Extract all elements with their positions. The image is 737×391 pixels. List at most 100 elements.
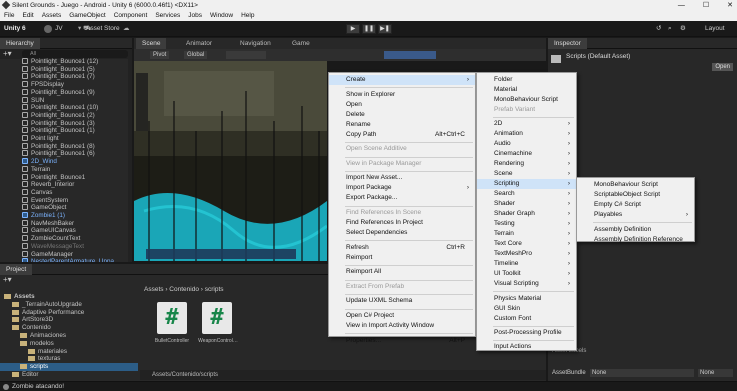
menu-item-update-uxml-schema[interactable]: Update UXML Schema (329, 296, 475, 306)
menu-jobs[interactable]: Jobs (188, 11, 202, 21)
tab-navigation[interactable]: Navigation (234, 38, 277, 49)
menu-item-scripting[interactable]: Scripting › (477, 179, 576, 190)
menu-item-gui-skin[interactable]: GUI Skin (477, 304, 576, 314)
menu-item-properties[interactable]: Properties... Alt+P (329, 336, 475, 346)
tab-inspector[interactable]: Inspector (548, 38, 587, 49)
project-folder-animaciones[interactable]: Animaciones (0, 332, 138, 340)
play-button[interactable]: ▶ (346, 24, 360, 34)
menu-item-reimport-all[interactable]: Reimport All (329, 267, 475, 277)
menu-item-timeline[interactable]: Timeline › (477, 259, 576, 269)
menu-item-assembly-definition[interactable]: Assembly Definition (577, 225, 694, 235)
project-folder-terrainautoupgrade[interactable]: _TerrainAutoUpgrade (0, 301, 138, 309)
project-folder-artstore3d[interactable]: ArtStore3D (0, 316, 138, 324)
menu-item-textmeshpro[interactable]: TextMeshPro › (477, 249, 576, 259)
settings-icon[interactable]: ⚙ (680, 24, 686, 34)
breadcrumb-scripts[interactable]: scripts (205, 286, 224, 293)
gizmo-tools[interactable] (384, 51, 436, 59)
assetbundle-select[interactable]: None (590, 369, 694, 377)
step-button[interactable]: ▶❚ (378, 24, 392, 34)
menu-edit[interactable]: Edit (22, 11, 33, 21)
menu-item-2d[interactable]: 2D › (477, 119, 576, 129)
menu-item-ui-toolkit[interactable]: UI Toolkit › (477, 269, 576, 279)
script-asset-tile[interactable]: # (157, 302, 187, 334)
menu-item-terrain[interactable]: Terrain › (477, 229, 576, 239)
menu-item-shader-graph[interactable]: Shader Graph › (477, 209, 576, 219)
project-add-icon[interactable]: +▾ (3, 275, 12, 284)
menu-item-scriptableobject-script[interactable]: ScriptableObject Script (577, 190, 694, 200)
menu-item-export-package[interactable]: Export Package... (329, 193, 475, 203)
global-toggle[interactable]: Global (184, 51, 208, 59)
menu-item-shader[interactable]: Shader › (477, 199, 576, 209)
menu-item-scene[interactable]: Scene › (477, 169, 576, 179)
project-folder-assets[interactable]: Assets (0, 293, 138, 301)
menu-item-refresh[interactable]: Refresh Ctrl+R (329, 243, 475, 253)
menu-component[interactable]: Component (114, 11, 148, 21)
menu-item-monobehaviour-script[interactable]: MonoBehaviour Script (477, 95, 576, 105)
menu-item-open[interactable]: Open (329, 100, 475, 110)
menu-item-cinemachine[interactable]: Cinemachine › (477, 149, 576, 159)
menu-item-import-new-asset[interactable]: Import New Asset... (329, 173, 475, 183)
breadcrumb-assets[interactable]: Assets (144, 286, 164, 293)
tab-game[interactable]: Game (286, 38, 316, 49)
open-button[interactable]: Open (712, 63, 733, 71)
menu-item-monobehaviour-script[interactable]: MonoBehaviour Script (577, 180, 694, 190)
script-asset-tile[interactable]: # (202, 302, 232, 334)
tab-project[interactable]: Project (0, 264, 33, 275)
layout-dropdown[interactable]: Layout (705, 24, 725, 34)
menu-item-assembly-definition-reference[interactable]: Assembly Definition Reference (577, 235, 694, 245)
menu-item-delete[interactable]: Delete (329, 110, 475, 120)
hierarchy-search-input[interactable]: All (22, 50, 128, 58)
hierarchy-scrollbar[interactable] (128, 58, 132, 262)
minimize-button[interactable]: — (678, 0, 685, 11)
menu-gameobject[interactable]: GameObject (69, 11, 106, 21)
menu-item-visual-scripting[interactable]: Visual Scripting › (477, 279, 576, 289)
menu-item-rename[interactable]: Rename (329, 120, 475, 130)
menu-item-search[interactable]: Search › (477, 189, 576, 199)
account-avatar[interactable] (44, 25, 52, 33)
menu-file[interactable]: File (4, 11, 14, 21)
menu-item-testing[interactable]: Testing › (477, 219, 576, 229)
pause-button[interactable]: ❚❚ (362, 24, 376, 34)
project-folder-contenido[interactable]: Contenido (0, 324, 138, 332)
menu-item-open-c-project[interactable]: Open C# Project (329, 311, 475, 321)
menu-item-material[interactable]: Material (477, 85, 576, 95)
menu-assets[interactable]: Assets (42, 11, 62, 21)
close-button[interactable]: ✕ (727, 0, 733, 11)
history-icon[interactable]: ↺ (656, 24, 661, 34)
menu-item-create[interactable]: Create › (329, 75, 475, 85)
menu-item-reimport[interactable]: Reimport (329, 253, 475, 263)
menu-item-audio[interactable]: Audio › (477, 139, 576, 149)
cloud-icon[interactable]: ☁ (123, 24, 130, 34)
breadcrumb-contenido[interactable]: Contenido (169, 286, 199, 293)
menu-item-folder[interactable]: Folder (477, 75, 576, 85)
menu-item-input-actions[interactable]: Input Actions (477, 342, 576, 352)
project-folder-scripts[interactable]: scripts (0, 363, 138, 372)
assetbundle-variant-select[interactable]: None (698, 369, 733, 377)
project-folder-texturas[interactable]: texturas (0, 355, 138, 363)
maximize-button[interactable]: ☐ (703, 0, 709, 11)
menu-item-view-in-import-activity-window[interactable]: View in Import Activity Window (329, 321, 475, 331)
menu-item-find-references-in-project[interactable]: Find References In Project (329, 218, 475, 228)
hierarchy-item[interactable]: NestedParentArmature_Unpa (0, 258, 114, 262)
tab-scene[interactable]: Scene (136, 38, 167, 49)
pivot-toggle[interactable]: Pivot (150, 51, 170, 59)
menu-item-show-in-explorer[interactable]: Show in Explorer (329, 90, 475, 100)
project-folder-modelos[interactable]: modelos (0, 340, 138, 348)
search-icon[interactable]: ⌕ (668, 24, 672, 34)
project-folder-editor[interactable]: Editor (0, 371, 138, 379)
menu-item-select-dependencies[interactable]: Select Dependencies (329, 228, 475, 238)
menu-item-text-core[interactable]: Text Core › (477, 239, 576, 249)
tab-hierarchy[interactable]: Hierarchy (0, 38, 40, 49)
tab-animator[interactable]: Animator (180, 38, 218, 49)
menu-services[interactable]: Services (155, 11, 180, 21)
menu-window[interactable]: Window (210, 11, 233, 21)
menu-help[interactable]: Help (241, 11, 254, 21)
menu-item-physics-material[interactable]: Physics Material (477, 294, 576, 304)
menu-item-custom-font[interactable]: Custom Font (477, 314, 576, 324)
menu-item-rendering[interactable]: Rendering › (477, 159, 576, 169)
scene-viewport[interactable] (134, 61, 327, 261)
account-name[interactable]: JV (55, 24, 63, 34)
unity-version-label[interactable]: Unity 6 (4, 24, 26, 34)
grid-snap-tools[interactable] (226, 51, 266, 59)
menu-item-empty-c-script[interactable]: Empty C# Script (577, 200, 694, 210)
